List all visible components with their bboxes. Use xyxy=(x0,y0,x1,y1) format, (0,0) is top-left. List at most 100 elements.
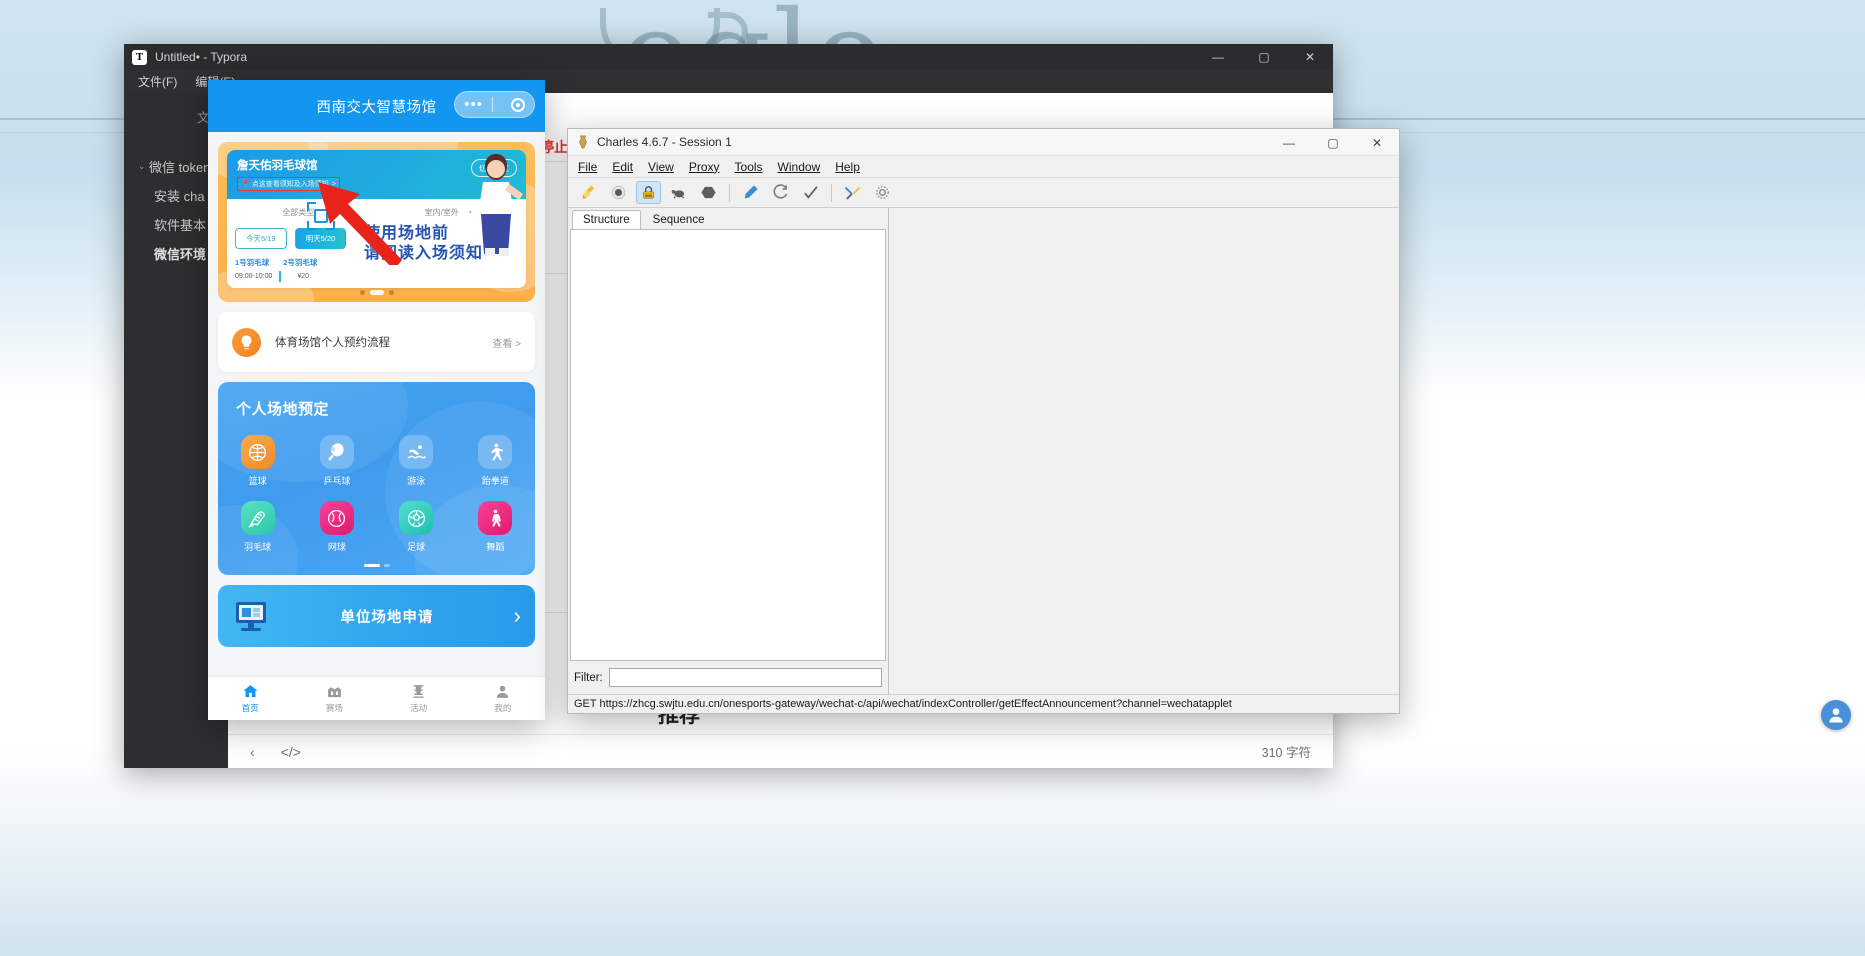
basketball-icon xyxy=(240,435,275,469)
menu-window[interactable]: Window xyxy=(778,160,821,174)
court-header-1: 1号羽毛球 xyxy=(235,258,270,267)
dance-icon xyxy=(478,501,513,535)
date-chip-today[interactable]: 今天5/19 xyxy=(235,228,287,249)
sport-label: 游泳 xyxy=(407,476,426,486)
settings-gear-icon[interactable] xyxy=(870,181,895,204)
menu-proxy[interactable]: Proxy xyxy=(689,160,720,174)
typora-maximize-button[interactable]: ▢ xyxy=(1241,44,1287,70)
sport-item-dance[interactable]: 舞蹈 xyxy=(456,501,535,553)
booking-process-label: 体育场馆个人预约流程 xyxy=(275,337,390,349)
page-dot-1[interactable] xyxy=(383,564,390,567)
booking-process-card[interactable]: 体育场馆个人预约流程 查看 > xyxy=(218,312,535,372)
sports-pagination[interactable] xyxy=(218,564,535,567)
sport-item-pingpong[interactable]: 乒乓球 xyxy=(297,435,376,487)
tab-label: 赛场 xyxy=(325,703,343,713)
charles-toolbar xyxy=(568,178,1399,208)
tab-profile[interactable]: 我的 xyxy=(461,677,545,720)
carousel-dot-1[interactable] xyxy=(369,290,384,295)
sport-item-taekwondo[interactable]: 跆拳道 xyxy=(456,435,535,487)
menu-view[interactable]: View xyxy=(648,160,674,174)
menu-edit[interactable]: Edit xyxy=(612,160,633,174)
tab-sequence[interactable]: Sequence xyxy=(641,210,716,229)
sport-item-tennis[interactable]: 网球 xyxy=(297,501,376,553)
pingpong-icon xyxy=(319,435,354,469)
menu-help[interactable]: Help xyxy=(835,160,860,174)
sport-item-swimming[interactable]: 游泳 xyxy=(377,435,456,487)
personal-booking-section: 个人场地预定 篮球 乒乓球 游泳 跆拳道 羽毛球 网球 足球 舞蹈 xyxy=(218,382,535,575)
soccer-icon xyxy=(399,501,434,535)
sport-item-badminton[interactable]: 羽毛球 xyxy=(218,501,297,553)
charles-session-tree[interactable] xyxy=(570,229,886,661)
chevron-left-icon[interactable]: ‹ xyxy=(250,744,255,760)
filter-location-label: 室内/室外 xyxy=(424,208,459,217)
sport-item-basketball[interactable]: 篮球 xyxy=(218,435,297,487)
compose-pen-icon[interactable] xyxy=(738,181,763,204)
charles-tabs: Structure Sequence xyxy=(568,208,888,229)
menu-tools[interactable]: Tools xyxy=(735,160,763,174)
clear-broom-icon[interactable] xyxy=(576,181,601,204)
charles-window-controls: — ▢ ✕ xyxy=(1267,129,1399,156)
typora-titlebar[interactable]: T Untitled• - Typora — ▢ ✕ xyxy=(124,44,1333,70)
miniprogram-header: 西南交大智慧场馆 ••• xyxy=(208,80,545,132)
miniprogram-capsule-buttons[interactable]: ••• xyxy=(454,91,535,118)
slot-time-label: 09:00-10:00 xyxy=(235,273,273,280)
tab-activity[interactable]: 活动 xyxy=(377,677,461,720)
avatar[interactable] xyxy=(1821,700,1851,730)
typora-close-button[interactable]: ✕ xyxy=(1287,44,1333,70)
validate-check-icon[interactable] xyxy=(798,181,823,204)
typora-logo: T xyxy=(132,49,147,65)
search-input[interactable] xyxy=(608,668,882,687)
charles-detail-pane[interactable] xyxy=(889,208,1399,694)
charles-window: Charles 4.6.7 - Session 1 — ▢ ✕ File Edi… xyxy=(567,128,1400,714)
source-code-icon[interactable]: </> xyxy=(281,744,301,760)
throttle-turtle-icon[interactable] xyxy=(666,181,691,204)
charles-titlebar[interactable]: Charles 4.6.7 - Session 1 — ▢ ✕ xyxy=(568,129,1399,156)
tab-structure[interactable]: Structure xyxy=(572,210,641,229)
tools-icon[interactable] xyxy=(840,181,865,204)
page-dot-0[interactable] xyxy=(363,564,380,567)
chevron-down-icon: ⌄ xyxy=(138,161,146,171)
charles-filter-row: Filter: xyxy=(568,661,888,694)
activity-icon xyxy=(413,685,424,698)
unit-apply-label: 单位场地申请 xyxy=(340,609,434,626)
person-icon xyxy=(497,685,509,698)
carousel-dot-0[interactable] xyxy=(359,290,365,295)
tab-home[interactable]: 首页 xyxy=(208,677,292,720)
typora-window-controls: — ▢ ✕ xyxy=(1195,44,1333,70)
miniprogram-tabbar: 首页 赛场 活动 我的 xyxy=(208,676,545,720)
target-icon[interactable] xyxy=(511,97,525,112)
menu-file[interactable]: 文件(F) xyxy=(138,73,177,90)
sports-grid: 篮球 乒乓球 游泳 跆拳道 羽毛球 网球 足球 舞蹈 xyxy=(218,435,535,553)
charles-close-button[interactable]: ✕ xyxy=(1355,129,1399,156)
time-slot-row[interactable]: 09:00-10:00 ¥20 xyxy=(227,268,526,288)
ssl-proxying-icon[interactable] xyxy=(636,181,661,204)
sport-item-soccer[interactable]: 足球 xyxy=(377,501,456,553)
sidebar-item-label: 安装 cha xyxy=(154,189,205,204)
more-dots-icon[interactable]: ••• xyxy=(464,97,483,112)
breakpoints-icon[interactable] xyxy=(696,181,721,204)
record-icon[interactable] xyxy=(606,181,631,204)
taekwondo-icon xyxy=(478,435,513,469)
section-title: 个人场地预定 xyxy=(236,401,330,418)
unit-apply-banner[interactable]: 单位场地申请 › xyxy=(218,585,535,647)
tab-stadium[interactable]: 赛场 xyxy=(292,677,376,720)
repeat-icon[interactable] xyxy=(768,181,793,204)
sport-label: 足球 xyxy=(407,542,426,552)
tab-label: 我的 xyxy=(494,703,512,713)
stadium-icon xyxy=(328,687,341,698)
sidebar-item-label: 微信环境 xyxy=(154,247,207,262)
sport-label: 羽毛球 xyxy=(244,542,272,552)
user-avatar-icon xyxy=(1829,708,1843,723)
charles-minimize-button[interactable]: — xyxy=(1267,129,1311,156)
typora-status-bar: ‹ </> 310 字符 xyxy=(228,734,1333,768)
booking-process-action[interactable]: 查看 > xyxy=(492,335,521,350)
banner-carousel-dots[interactable] xyxy=(218,290,535,295)
charles-maximize-button[interactable]: ▢ xyxy=(1311,129,1355,156)
typora-minimize-button[interactable]: — xyxy=(1195,44,1241,70)
filter-label: Filter: xyxy=(574,671,603,684)
charles-menubar: File Edit View Proxy Tools Window Help xyxy=(568,156,1399,178)
badminton-icon xyxy=(240,501,275,535)
menu-file[interactable]: File xyxy=(578,160,597,174)
sidebar-item-label: 软件基本 xyxy=(154,218,207,233)
carousel-dot-2[interactable] xyxy=(388,290,394,295)
